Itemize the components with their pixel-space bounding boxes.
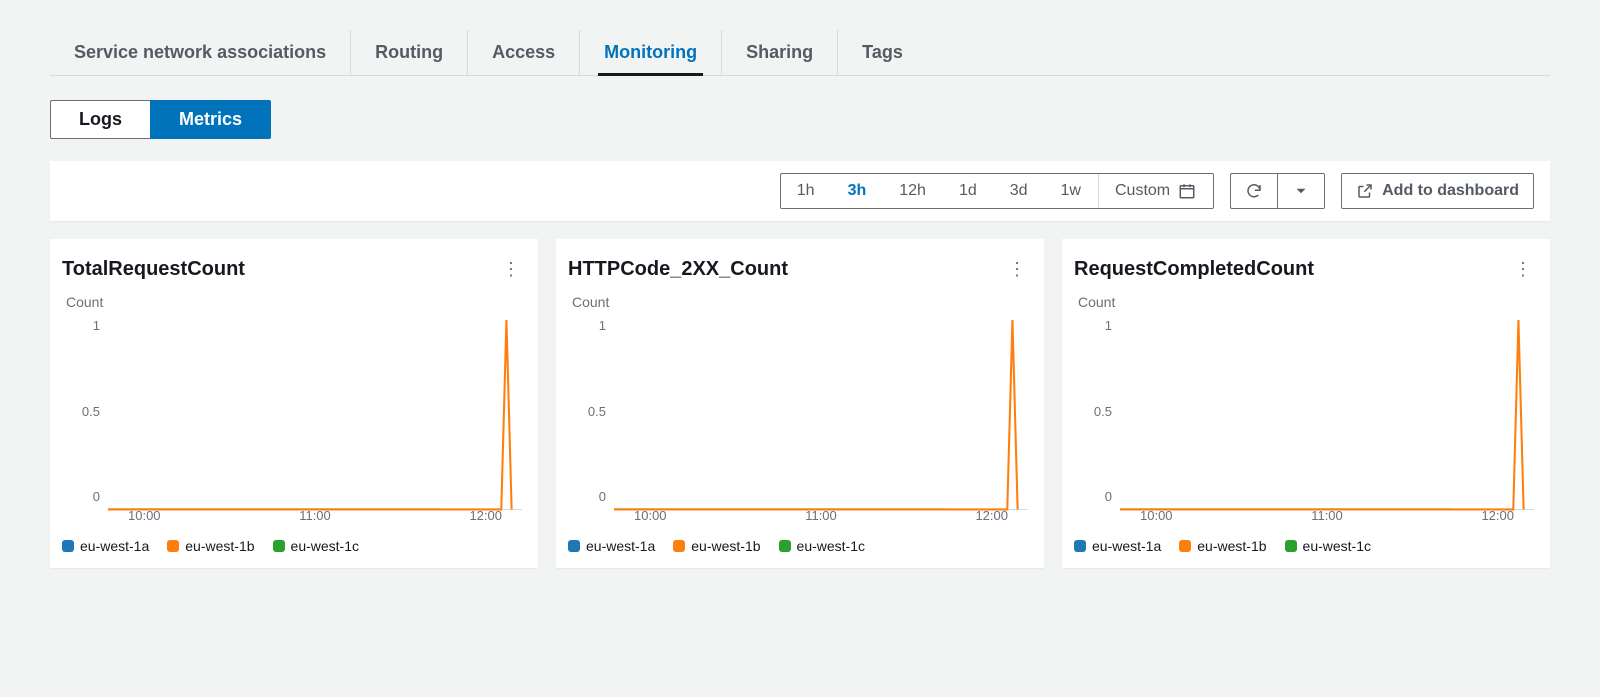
chart-title: RequestCompletedCount: [1074, 258, 1314, 281]
tab-sharing[interactable]: Sharing: [722, 30, 838, 75]
swatch-icon: [1179, 540, 1191, 552]
main-tabs: Service network associations Routing Acc…: [50, 0, 1550, 76]
legend-item[interactable]: eu-west-1b: [673, 538, 760, 554]
chart-ylabel: Count: [572, 294, 1032, 310]
chart-plot: 1 0.5 0 10:00 11:00 12:00: [568, 318, 1032, 528]
range-custom-label: Custom: [1115, 182, 1170, 200]
external-icon: [1356, 182, 1374, 200]
chart-menu-button[interactable]: ⋮: [1002, 255, 1032, 284]
chart-ylabel: Count: [1078, 294, 1538, 310]
chart-ylabel: Count: [66, 294, 526, 310]
legend-item[interactable]: eu-west-1b: [167, 538, 254, 554]
tab-access[interactable]: Access: [468, 30, 580, 75]
chart-menu-button[interactable]: ⋮: [1508, 255, 1538, 284]
calendar-icon: [1178, 182, 1196, 200]
chart-card-httpcode-2xx-count: HTTPCode_2XX_Count ⋮ Count 1 0.5 0 10:00…: [556, 239, 1044, 568]
tab-monitoring[interactable]: Monitoring: [580, 30, 722, 75]
chart-title: HTTPCode_2XX_Count: [568, 258, 788, 281]
refresh-button[interactable]: [1230, 173, 1277, 209]
chart-legend: eu-west-1a eu-west-1b eu-west-1c: [62, 538, 526, 554]
chart-yaxis: 1 0.5 0: [1074, 318, 1120, 504]
caret-down-icon: [1292, 182, 1310, 200]
legend-item[interactable]: eu-west-1c: [779, 538, 865, 554]
legend-item[interactable]: eu-west-1a: [62, 538, 149, 554]
range-1d[interactable]: 1d: [943, 174, 994, 208]
tab-service-network-associations[interactable]: Service network associations: [50, 30, 351, 75]
chart-legend: eu-west-1a eu-west-1b eu-west-1c: [568, 538, 1032, 554]
chart-svg: [1120, 318, 1534, 511]
chart-card-total-request-count: TotalRequestCount ⋮ Count 1 0.5 0 10:00 …: [50, 239, 538, 568]
chart-svg: [108, 318, 522, 511]
chart-xaxis: 10:00 11:00 12:00: [108, 508, 522, 528]
swatch-icon: [62, 540, 74, 552]
refresh-options-button[interactable]: [1277, 173, 1325, 209]
chart-yaxis: 1 0.5 0: [62, 318, 108, 504]
swatch-icon: [1074, 540, 1086, 552]
swatch-icon: [673, 540, 685, 552]
legend-item[interactable]: eu-west-1a: [568, 538, 655, 554]
refresh-split-button: [1230, 173, 1325, 209]
time-range-group: 1h 3h 12h 1d 3d 1w Custom: [780, 173, 1214, 209]
add-to-dashboard-label: Add to dashboard: [1382, 182, 1519, 200]
chart-plot: 1 0.5 0 10:00 11:00 12:00: [1074, 318, 1538, 528]
legend-item[interactable]: eu-west-1c: [1285, 538, 1371, 554]
chart-menu-button[interactable]: ⋮: [496, 255, 526, 284]
legend-item[interactable]: eu-west-1b: [1179, 538, 1266, 554]
chart-plot: 1 0.5 0 10:00 11:00 12:00: [62, 318, 526, 528]
metrics-toolbar: 1h 3h 12h 1d 3d 1w Custom Add to dashboa…: [50, 161, 1550, 221]
range-1h[interactable]: 1h: [781, 174, 832, 208]
chart-xaxis: 10:00 11:00 12:00: [614, 508, 1028, 528]
chart-svg: [614, 318, 1028, 511]
swatch-icon: [273, 540, 285, 552]
refresh-icon: [1245, 182, 1263, 200]
range-1w[interactable]: 1w: [1045, 174, 1098, 208]
chart-xaxis: 10:00 11:00 12:00: [1120, 508, 1534, 528]
tab-routing[interactable]: Routing: [351, 30, 468, 75]
swatch-icon: [779, 540, 791, 552]
add-to-dashboard-button[interactable]: Add to dashboard: [1341, 173, 1534, 209]
charts-row: TotalRequestCount ⋮ Count 1 0.5 0 10:00 …: [50, 239, 1550, 568]
subtab-logs[interactable]: Logs: [50, 100, 150, 139]
swatch-icon: [1285, 540, 1297, 552]
monitoring-subtabs: Logs Metrics: [50, 100, 1550, 139]
range-3h[interactable]: 3h: [832, 174, 884, 208]
legend-item[interactable]: eu-west-1c: [273, 538, 359, 554]
chart-yaxis: 1 0.5 0: [568, 318, 614, 504]
range-12h[interactable]: 12h: [883, 174, 943, 208]
chart-title: TotalRequestCount: [62, 258, 245, 281]
swatch-icon: [167, 540, 179, 552]
subtab-metrics[interactable]: Metrics: [150, 100, 271, 139]
chart-legend: eu-west-1a eu-west-1b eu-west-1c: [1074, 538, 1538, 554]
range-3d[interactable]: 3d: [994, 174, 1045, 208]
range-custom[interactable]: Custom: [1098, 174, 1213, 208]
swatch-icon: [568, 540, 580, 552]
legend-item[interactable]: eu-west-1a: [1074, 538, 1161, 554]
chart-card-request-completed-count: RequestCompletedCount ⋮ Count 1 0.5 0 10…: [1062, 239, 1550, 568]
tab-tags[interactable]: Tags: [838, 30, 927, 75]
